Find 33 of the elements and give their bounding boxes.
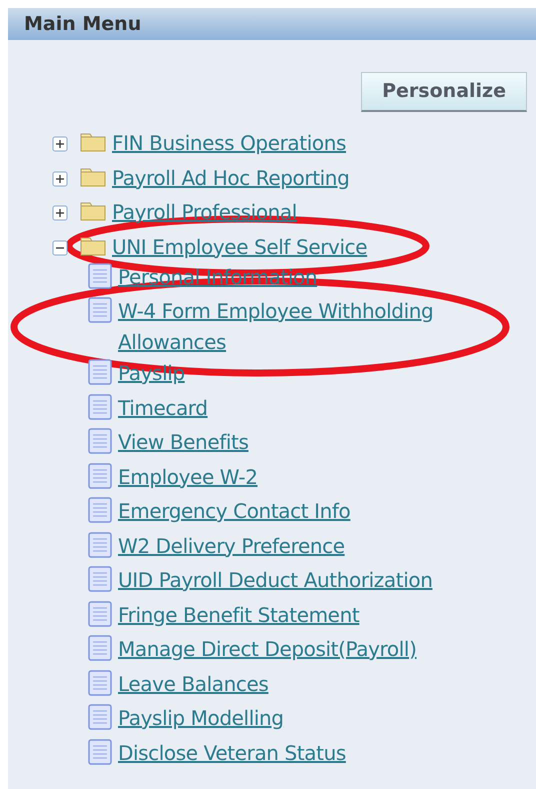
menu-link[interactable]: Employee W-2 <box>118 462 258 492</box>
menu-link[interactable]: Emergency Contact Info <box>118 496 350 527</box>
menu-link[interactable]: Disclose Veteran Status <box>118 738 346 768</box>
menu-link[interactable]: Payslip Modelling <box>118 703 284 734</box>
expand-icon[interactable] <box>52 205 68 221</box>
document-icon <box>88 566 112 592</box>
document-icon <box>88 359 112 385</box>
document-icon <box>88 635 112 661</box>
menu-link[interactable]: Leave Balances <box>118 668 268 700</box>
collapse-icon[interactable] <box>52 240 68 256</box>
menu-link[interactable]: Timecard <box>118 392 208 424</box>
menu-link[interactable]: UID Payroll Deduct Authorization <box>118 565 432 596</box>
document-icon <box>88 704 112 730</box>
menu-link[interactable]: View Benefits <box>118 427 248 458</box>
document-icon <box>88 394 112 420</box>
document-icon <box>88 738 112 764</box>
menu-link[interactable]: FIN Business Operations <box>112 128 346 158</box>
document-icon <box>88 532 112 558</box>
panel-title: Main Menu <box>24 13 142 35</box>
menu-link[interactable]: Fringe Benefit Statement <box>118 600 360 630</box>
document-icon <box>88 428 112 454</box>
expand-icon[interactable] <box>52 170 68 186</box>
document-icon <box>88 670 112 696</box>
document-icon <box>88 497 112 523</box>
menu-link[interactable]: W2 Delivery Preference <box>118 530 345 562</box>
menu-link[interactable]: Payroll Ad Hoc Reporting <box>112 162 350 192</box>
personalize-button[interactable]: Personalize <box>361 72 527 112</box>
document-icon <box>88 462 112 488</box>
menu-link[interactable]: Manage Direct Deposit(Payroll) <box>118 634 416 665</box>
document-icon <box>88 600 112 626</box>
document-icon <box>88 262 112 288</box>
expand-icon[interactable] <box>52 136 68 152</box>
document-icon <box>88 297 112 323</box>
